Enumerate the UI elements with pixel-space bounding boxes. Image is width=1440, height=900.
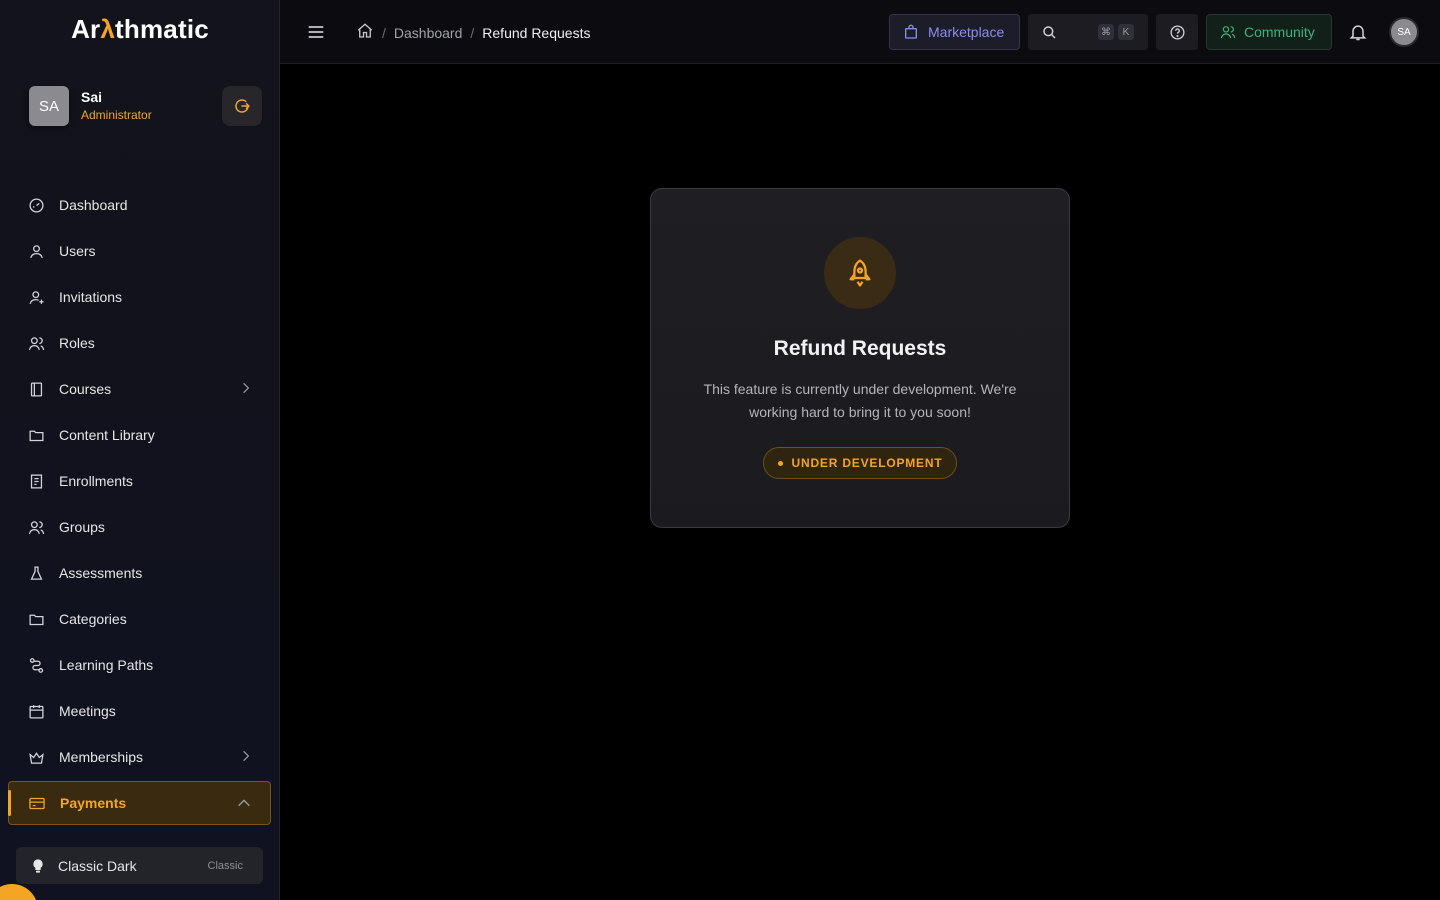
user-profile: SA Sai Administrator	[29, 86, 262, 126]
chevron-right-icon[interactable]	[239, 748, 253, 767]
users-icon	[27, 518, 45, 536]
sidebar-item-payments[interactable]: Payments	[8, 781, 271, 825]
search-icon	[1043, 26, 1056, 39]
calendar-icon	[27, 702, 45, 720]
breadcrumb-separator: /	[382, 24, 386, 41]
roles-icon	[27, 334, 45, 352]
sidebar-item-invitations[interactable]: Invitations	[8, 274, 271, 320]
sidebar-item-label: Categories	[59, 611, 127, 627]
sidebar-item-assessments[interactable]: Assessments	[8, 550, 271, 596]
top-header: / Dashboard / Refund Requests Marketplac…	[280, 0, 1440, 64]
user-plus-icon	[27, 288, 45, 306]
dashboard-icon	[27, 196, 45, 214]
sidebar-item-enrollments[interactable]: Enrollments	[8, 458, 271, 504]
sidebar-item-dashboard[interactable]: Dashboard	[8, 182, 271, 228]
book-icon	[27, 380, 45, 398]
sidebar-item-roles[interactable]: Roles	[8, 320, 271, 366]
status-dot	[777, 460, 783, 466]
header-avatar[interactable]: SA	[1389, 17, 1419, 47]
shortcut-hint: ⌘ K	[1094, 24, 1134, 40]
sidebar-item-label: Users	[59, 243, 96, 259]
hamburger-icon	[308, 26, 324, 38]
logout-icon	[235, 99, 250, 113]
feature-placeholder-card: Refund Requests This feature is currentl…	[650, 188, 1070, 528]
home-icon[interactable]	[356, 22, 374, 43]
breadcrumb-current: Refund Requests	[482, 24, 591, 41]
sidebar-item-label: Groups	[59, 519, 105, 535]
receipt-icon	[27, 472, 45, 490]
sidebar-item-label: Invitations	[59, 289, 123, 305]
route-icon	[27, 656, 45, 674]
kbd-cmd: ⌘	[1098, 24, 1114, 40]
theme-label: Classic Dark	[58, 857, 137, 874]
card-description: This feature is currently under developm…	[703, 381, 1017, 420]
marketplace-label: Marketplace	[928, 24, 1005, 40]
sidebar-item-users[interactable]: Users	[8, 228, 271, 274]
sidebar-item-groups[interactable]: Groups	[8, 504, 271, 550]
sidebar-item-label: Learning Paths	[59, 657, 154, 673]
folder-icon	[27, 426, 45, 444]
sidebar-item-label: Payments	[60, 795, 127, 811]
marketplace-button[interactable]: Marketplace	[889, 14, 1020, 50]
kbd-k: K	[1118, 24, 1134, 40]
sidebar-item-label: Content Library	[59, 427, 155, 443]
credit-card-icon	[28, 794, 46, 812]
sidebar-item-memberships[interactable]: Memberships	[8, 734, 271, 780]
breadcrumb-separator: /	[470, 24, 475, 41]
sidebar-item-content-library[interactable]: Content Library	[8, 412, 271, 458]
community-icon	[1220, 26, 1236, 39]
card-title: Refund Requests	[773, 337, 947, 360]
sidebar-item-label: Roles	[59, 335, 95, 351]
community-label: Community	[1244, 24, 1315, 40]
bell-icon[interactable]	[1348, 22, 1368, 47]
profile-name: Sai	[81, 89, 103, 105]
sidebar-item-categories[interactable]: Categories	[8, 596, 271, 642]
sidebar-item-courses[interactable]: Courses	[8, 366, 271, 412]
sidebar-item-label: Courses	[59, 381, 112, 397]
sidebar-item-meetings[interactable]: Meetings	[8, 688, 271, 734]
community-button[interactable]: Community	[1206, 14, 1332, 50]
flask-icon	[27, 564, 45, 582]
help-icon	[1169, 24, 1185, 40]
sidebar-item-label: Assessments	[59, 565, 143, 581]
shopping-bag-icon	[905, 24, 917, 39]
breadcrumb-dashboard[interactable]: Dashboard	[394, 25, 463, 41]
chevron-right-icon[interactable]	[239, 380, 253, 399]
sidebar-item-label: Meetings	[59, 703, 116, 719]
app-logo[interactable]: Arλthmatic	[0, 14, 280, 45]
sidebar-item-label: Enrollments	[59, 473, 133, 489]
profile-role: Administrator	[81, 108, 152, 122]
crown-icon	[27, 748, 45, 766]
search-button[interactable]: ⌘ K	[1028, 14, 1148, 50]
floating-action-button[interactable]	[0, 884, 38, 900]
breadcrumb: / Dashboard / Refund Requests	[356, 22, 590, 43]
sidebar-item-label: Memberships	[59, 749, 144, 765]
user-icon	[27, 242, 45, 260]
chevron-up-icon[interactable]	[236, 795, 252, 814]
sidebar-item-learning-paths[interactable]: Learning Paths	[8, 642, 271, 688]
sidebar-item-label: Dashboard	[59, 197, 128, 213]
folder-icon	[27, 610, 45, 628]
status-badge: UNDER DEVELOPMENT	[763, 447, 957, 479]
help-button[interactable]	[1156, 14, 1198, 50]
sidebar: Arλthmatic SA Sai Administrator Dashboar…	[0, 0, 280, 900]
sidebar-nav: Dashboard Users Invitations Roles Course…	[8, 182, 271, 825]
menu-toggle-button[interactable]	[306, 22, 326, 47]
avatar[interactable]: SA	[29, 86, 69, 126]
theme-switcher[interactable]: Classic Dark Classic	[16, 847, 263, 884]
status-badge-label: UNDER DEVELOPMENT	[791, 456, 943, 470]
lightbulb-icon	[33, 858, 43, 873]
logout-button[interactable]	[222, 86, 262, 126]
theme-tag: Classic	[207, 859, 243, 872]
rocket-icon	[824, 237, 896, 309]
